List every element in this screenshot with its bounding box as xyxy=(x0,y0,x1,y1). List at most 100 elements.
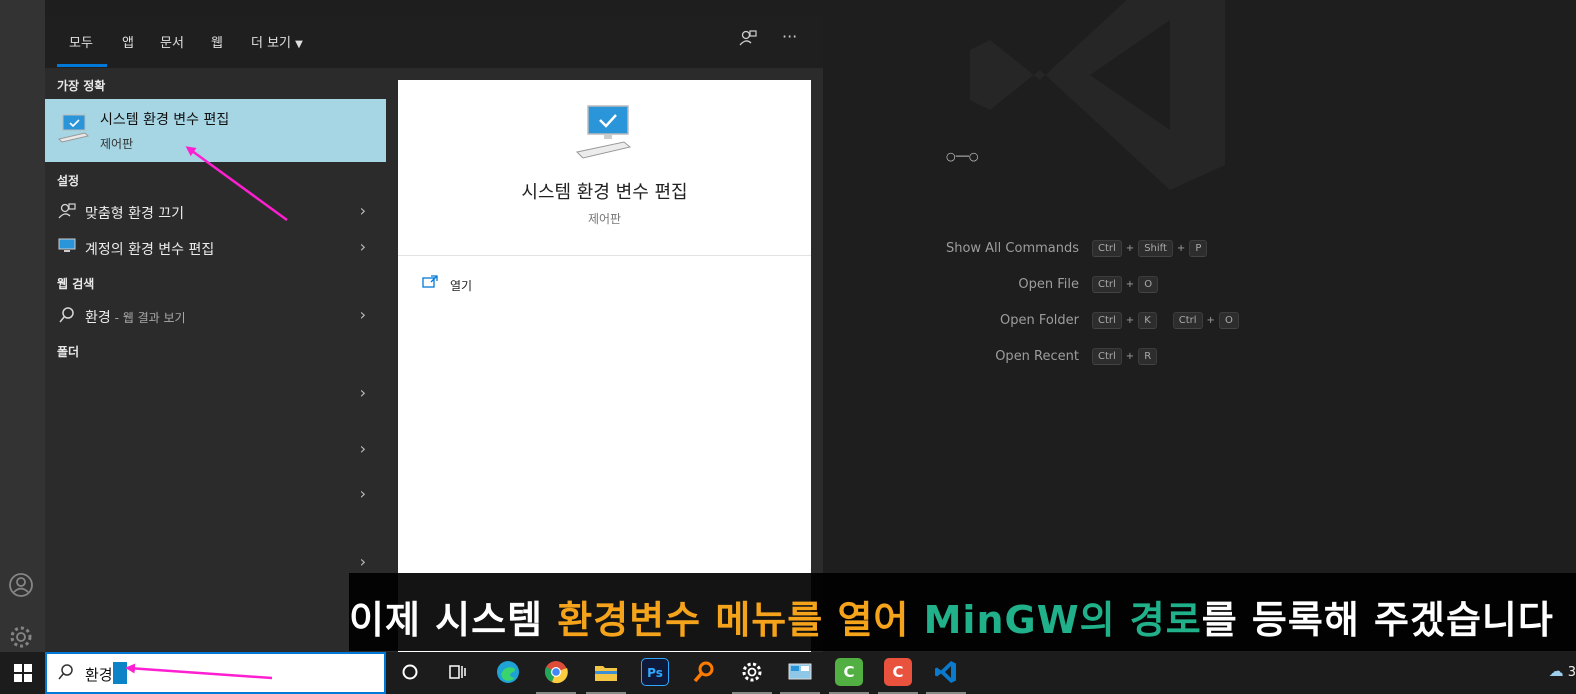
chrome-icon[interactable] xyxy=(542,658,570,686)
task-view-icon[interactable] xyxy=(444,658,472,686)
result-preview-pane: 시스템 환경 변수 편집 제어판 열기 xyxy=(398,80,811,652)
key: Ctrl xyxy=(1092,239,1122,257)
windows-search-panel: 모두 앱 문서 웹 더 보기 ▼ ··· 가장 정확 시스템 환경 변수 편집 … xyxy=(45,15,823,652)
windows-start-button[interactable] xyxy=(0,652,45,694)
tab-apps[interactable]: 앱 xyxy=(122,32,134,51)
shortcut-label: Open Recent xyxy=(995,348,1079,364)
shortcut-row-open-folder[interactable]: Open Folder Ctrl + K Ctrl + O xyxy=(900,302,1320,338)
shortcut-row-open-file[interactable]: Open File Ctrl + O xyxy=(900,266,1320,302)
vscode-icon[interactable] xyxy=(932,658,960,686)
active-tab-indicator xyxy=(57,64,107,67)
folder-result[interactable]: › xyxy=(45,546,386,580)
windows-taskbar: 환경 Ps C C ☁ 3 xyxy=(0,652,1576,694)
shortcut-label: Open File xyxy=(1018,276,1079,292)
edge-browser-icon[interactable] xyxy=(494,658,522,686)
caret-down-icon: ▼ xyxy=(295,39,303,50)
photoshop-icon[interactable]: Ps xyxy=(641,658,669,686)
screen: ○──○ Show All Commands Ctrl + Shift + P Op… xyxy=(0,0,1576,694)
chevron-right-icon[interactable]: › xyxy=(360,439,366,458)
preview-title: 시스템 환경 변수 편집 xyxy=(521,182,688,203)
shortcut-label: Open Folder xyxy=(999,312,1079,328)
camtasia-icon[interactable]: C xyxy=(835,658,863,686)
settings-item-custom-experience[interactable]: 맞춤형 환경 끄기 › xyxy=(45,195,386,229)
key: O xyxy=(1138,275,1159,293)
video-caption: 이제 시스템 환경변수 메뉴를 열어 MinGW의 경로를 등록해 주겠습니다 xyxy=(349,573,1576,651)
clion-icon[interactable]: C xyxy=(884,658,912,686)
shortcut-row-open-recent[interactable]: Open Recent Ctrl + R xyxy=(900,338,1320,374)
section-web-search: 웹 검색 xyxy=(57,277,95,291)
control-panel-icon[interactable] xyxy=(786,658,814,686)
vscode-activity-bar xyxy=(0,0,45,652)
file-explorer-icon[interactable] xyxy=(592,658,620,686)
text-selection-highlight xyxy=(113,662,127,684)
settings-item-account-env-vars[interactable]: 계정의 환경 변수 편집 › xyxy=(45,231,386,265)
cortana-icon[interactable] xyxy=(396,658,424,686)
tab-more[interactable]: 더 보기 ▼ xyxy=(251,32,303,51)
drag-handle-icon: ○──○ xyxy=(946,150,979,163)
chevron-right-icon[interactable]: › xyxy=(360,237,366,256)
best-match-result[interactable]: 시스템 환경 변수 편집 제어판 xyxy=(45,99,386,162)
search-icon xyxy=(57,306,77,326)
computer-icon xyxy=(575,105,632,159)
computer-icon xyxy=(58,114,89,143)
chevron-right-icon[interactable]: › xyxy=(360,552,366,571)
preview-subtitle: 제어판 xyxy=(587,212,622,226)
section-folders: 폴더 xyxy=(57,345,80,359)
feedback-icon[interactable] xyxy=(739,29,757,51)
settings-item-label: 계정의 환경 변수 편집 xyxy=(85,242,215,258)
web-search-label: 환경 - 웹 결과 보기 xyxy=(85,307,186,327)
weather-cloud-icon[interactable]: ☁ xyxy=(1549,662,1564,680)
gear-icon[interactable] xyxy=(7,624,35,652)
open-external-icon xyxy=(422,275,438,293)
caption-part: 이제 시스템 xyxy=(349,598,558,642)
settings-gear-icon[interactable] xyxy=(738,658,766,686)
key: Shift xyxy=(1138,239,1173,257)
folder-result[interactable]: › xyxy=(45,377,386,411)
account-icon[interactable] xyxy=(7,572,35,600)
section-settings: 설정 xyxy=(57,174,80,188)
key: P xyxy=(1189,239,1208,257)
web-search-hint: - 웹 결과 보기 xyxy=(110,311,186,325)
section-best-match: 가장 정확 xyxy=(57,79,106,93)
chevron-right-icon[interactable]: › xyxy=(360,201,366,220)
key: K xyxy=(1138,311,1157,329)
taskbar-search-input[interactable]: 환경 xyxy=(45,652,386,694)
tab-documents[interactable]: 문서 xyxy=(160,32,184,51)
caption-part: 를 등록해 주겠습니다 xyxy=(1201,598,1554,642)
key: Ctrl xyxy=(1172,311,1203,329)
open-action[interactable]: 열기 xyxy=(450,277,472,294)
web-search-query: 환경 xyxy=(85,310,111,326)
search-query-text: 환경 xyxy=(85,666,113,684)
tab-more-label: 더 보기 xyxy=(251,36,292,51)
folder-result[interactable]: › xyxy=(45,478,386,512)
chevron-right-icon[interactable]: › xyxy=(360,383,366,402)
key: Ctrl xyxy=(1092,275,1122,293)
more-options-icon[interactable]: ··· xyxy=(782,27,797,46)
vscode-welcome-shortcuts: Show All Commands Ctrl + Shift + P Open Fi… xyxy=(900,230,1320,374)
web-search-result[interactable]: 환경 - 웹 결과 보기 › xyxy=(45,299,386,333)
chevron-right-icon[interactable]: › xyxy=(360,484,366,503)
vscode-watermark-icon xyxy=(970,0,1225,190)
system-tray: ☁ 3 xyxy=(1549,662,1576,680)
tab-all[interactable]: 모두 xyxy=(69,32,93,51)
key: Ctrl xyxy=(1092,347,1122,365)
caption-highlight-orange: 환경변수 메뉴를 열어 xyxy=(557,598,910,642)
key: Ctrl xyxy=(1092,311,1122,329)
search-icon xyxy=(57,663,75,685)
key: O xyxy=(1218,311,1239,329)
shortcut-row-show-all-commands[interactable]: Show All Commands Ctrl + Shift + P xyxy=(900,230,1320,266)
search-filter-tabs: 모두 앱 문서 웹 더 보기 ▼ ··· xyxy=(45,15,823,68)
search-everything-icon[interactable] xyxy=(690,658,718,686)
settings-item-label: 맞춤형 환경 끄기 xyxy=(85,206,185,222)
person-feedback-icon xyxy=(57,202,77,222)
chevron-right-icon[interactable]: › xyxy=(360,305,366,324)
preview-divider xyxy=(398,255,811,256)
key: R xyxy=(1138,347,1158,365)
tab-web[interactable]: 웹 xyxy=(211,32,223,51)
best-match-title: 시스템 환경 변수 편집 xyxy=(100,112,230,128)
search-results-list: 가장 정확 시스템 환경 변수 편집 제어판 설정 맞춤형 환경 끄기 › 계정… xyxy=(45,68,386,652)
monitor-icon xyxy=(57,238,77,258)
caption-text: 이제 시스템 환경변수 메뉴를 열어 MinGW의 경로를 등록해 주겠습니다 xyxy=(349,589,1554,644)
folder-result[interactable]: › xyxy=(45,433,386,467)
tray-clock-text[interactable]: 3 xyxy=(1568,665,1576,680)
